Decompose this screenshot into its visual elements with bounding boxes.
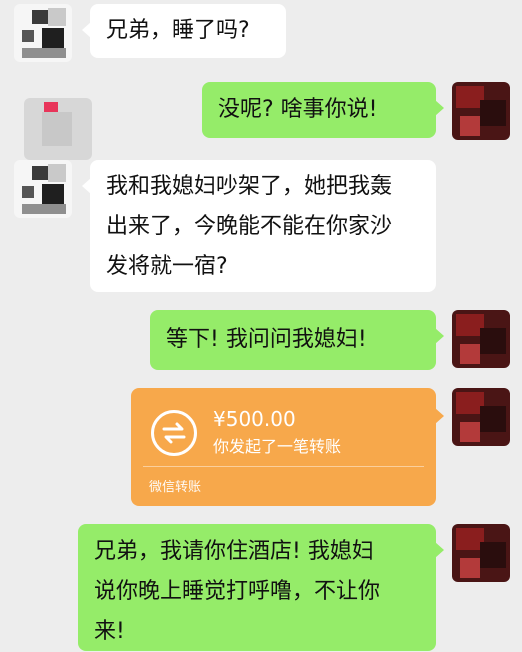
message-bubble-sent[interactable]: 等下! 我问问我媳妇!	[150, 310, 444, 370]
message-text: 没呢? 啥事你说!	[218, 97, 378, 122]
message-bubble-sent[interactable]: 兄弟，我请你住酒店! 我媳妇 说你晚上睡觉打呼噜，不让你 来!	[78, 524, 444, 651]
self-avatar[interactable]	[452, 524, 510, 582]
self-avatar[interactable]	[452, 82, 510, 140]
message-bubble-received[interactable]: 我和我媳妇吵架了，她把我轰 出来了，今晚能不能在你家沙 发将就一宿?	[82, 160, 436, 292]
message-bubble-received[interactable]: 兄弟，睡了吗?	[82, 4, 286, 58]
contact-avatar[interactable]	[14, 160, 72, 218]
message-text-line: 兄弟，我请你住酒店! 我媳妇	[94, 539, 374, 564]
message-text: 兄弟，睡了吗?	[106, 18, 250, 43]
transfer-description: 你发起了一笔转账	[213, 437, 342, 456]
contact-avatar-overlay	[24, 98, 92, 160]
message-bubble-sent[interactable]: 没呢? 啥事你说!	[202, 82, 444, 138]
self-avatar[interactable]	[452, 388, 510, 446]
transfer-card[interactable]: ¥500.00 你发起了一笔转账 微信转账	[131, 388, 444, 506]
message-text-line: 我和我媳妇吵架了，她把我轰	[106, 174, 393, 199]
transfer-divider	[143, 466, 424, 467]
message-text-line: 说你晚上睡觉打呼噜，不让你	[94, 579, 381, 604]
transfer-icon	[151, 410, 197, 456]
message-text-line: 出来了，今晚能不能在你家沙	[106, 214, 393, 239]
message-text-line: 发将就一宿?	[106, 254, 228, 279]
message-text: 等下! 我问问我媳妇!	[166, 327, 367, 352]
message-text-line: 来!	[94, 619, 125, 644]
transfer-footer: 微信转账	[149, 480, 202, 495]
transfer-amount: ¥500.00	[213, 407, 296, 431]
self-avatar[interactable]	[452, 310, 510, 368]
contact-avatar[interactable]	[14, 4, 72, 62]
